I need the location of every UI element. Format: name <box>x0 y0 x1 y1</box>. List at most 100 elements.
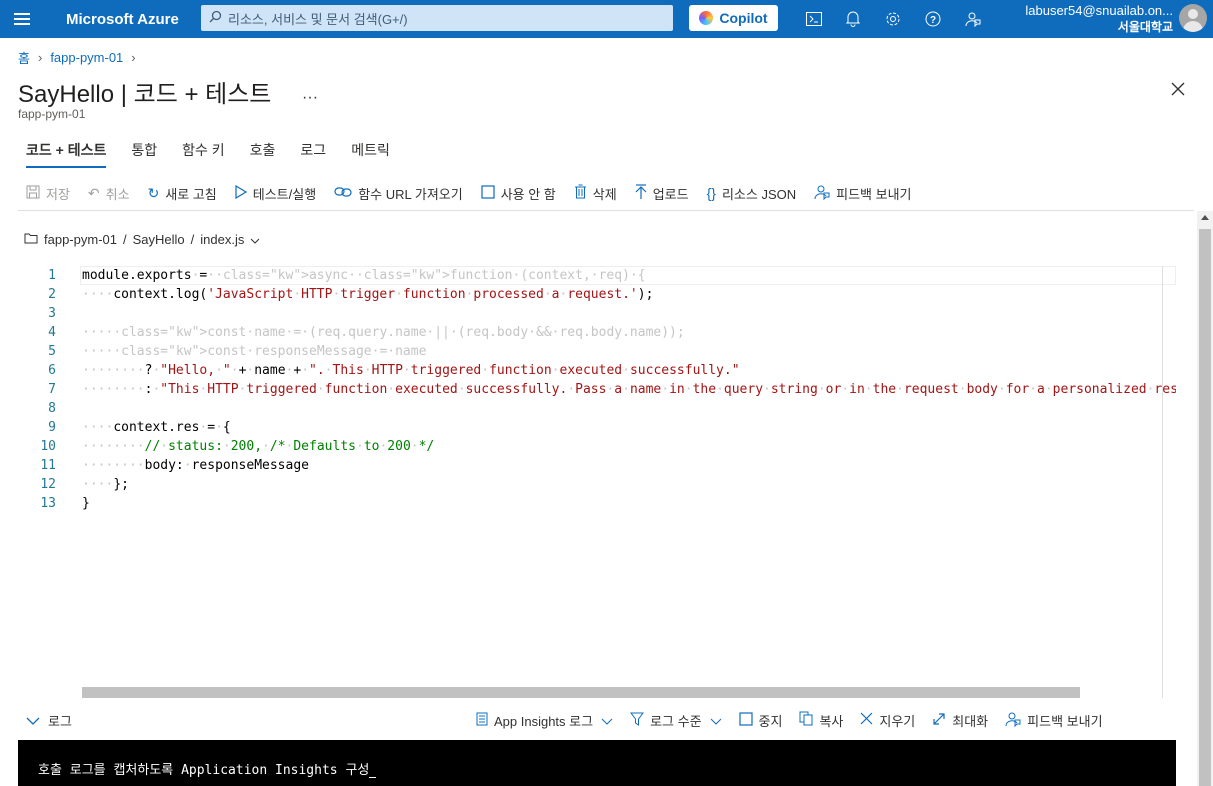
line-number: 7 <box>48 382 56 397</box>
stop-button[interactable]: 중지 <box>738 711 783 730</box>
file-path-selector[interactable]: fapp-pym-01 / SayHello / index.js <box>24 232 260 247</box>
get-url-label: 함수 URL 가져오기 <box>358 186 463 202</box>
log-feedback-button[interactable]: 피드백 보내기 <box>1005 711 1103 730</box>
line-number: 2 <box>48 287 56 302</box>
tab-bar: 코드 + 테스트 통합 함수 키 호출 로그 메트릭 <box>26 140 415 168</box>
horizontal-scrollbar[interactable] <box>82 687 1080 698</box>
code-line[interactable]: 5 ·····class="kw">const·responseMessage·=… <box>18 342 1176 361</box>
log-toggle[interactable]: 로그 <box>26 711 72 730</box>
log-level-dropdown[interactable]: 로그 수준 <box>630 711 721 730</box>
copy-button[interactable]: 복사 <box>799 711 843 730</box>
more-options-button[interactable]: ··· <box>302 89 318 106</box>
get-function-url-button[interactable]: 함수 URL 가져오기 <box>334 184 463 203</box>
undo-icon: ↶ <box>87 184 100 201</box>
vertical-scrollbar[interactable] <box>1197 211 1213 786</box>
resource-json-label: 리소스 JSON <box>721 186 797 202</box>
path-function: SayHello <box>132 232 185 247</box>
close-icon <box>860 712 873 728</box>
scroll-up-icon[interactable] <box>1201 215 1209 220</box>
brand-label[interactable]: Microsoft Azure <box>66 11 201 28</box>
account-info[interactable]: labuser54@snuailab.on... 서울대학교 <box>1025 3 1173 35</box>
tab-code-test[interactable]: 코드 + 테스트 <box>26 140 107 168</box>
code-line[interactable]: 12 ····}; <box>18 475 1176 494</box>
stop-label: 중지 <box>758 713 783 729</box>
disable-button[interactable]: 사용 안 함 <box>481 184 556 203</box>
code-text: ········body:·responseMessage <box>82 458 309 473</box>
copilot-button[interactable]: Copilot <box>689 5 778 31</box>
code-text: ········//·status:·200,·/*·Defaults·to·2… <box>82 439 435 454</box>
discard-label: 취소 <box>105 186 130 202</box>
breadcrumb-resource[interactable]: fapp-pym-01 <box>50 50 123 65</box>
refresh-button[interactable]: ↻ 새로 고침 <box>148 184 217 203</box>
tab-invocations[interactable]: 호출 <box>250 140 276 168</box>
user-org: 서울대학교 <box>1117 20 1173 34</box>
feedback-icon[interactable] <box>963 9 983 29</box>
search-input[interactable]: 리소스, 서비스 및 문서 검색(G+/) <box>201 5 673 31</box>
refresh-icon: ↻ <box>147 184 160 201</box>
tab-metrics[interactable]: 메트릭 <box>351 140 390 168</box>
code-line[interactable]: 6 ········?·"Hello,·"·+·name·+·".·This·HT… <box>18 361 1176 380</box>
code-text: } <box>82 496 90 511</box>
line-number: 6 <box>48 363 56 378</box>
feedback-icon <box>1005 711 1021 730</box>
app-insights-logs-dropdown[interactable]: App Insights 로그 <box>476 711 613 730</box>
save-label: 저장 <box>46 186 70 202</box>
code-line[interactable]: 11 ········body:·responseMessage <box>18 456 1176 475</box>
braces-icon: {} <box>706 185 716 201</box>
save-button[interactable]: 저장 <box>26 184 70 203</box>
tab-integration[interactable]: 통합 <box>131 140 157 168</box>
gear-icon[interactable] <box>883 9 903 29</box>
chevron-down-icon <box>710 713 722 728</box>
code-text: ········:·"This·HTTP·triggered·function·… <box>82 382 1176 397</box>
stop-icon <box>738 711 753 729</box>
scrollbar-thumb[interactable] <box>1199 229 1211 786</box>
link-icon <box>334 185 352 201</box>
chevron-down-icon <box>26 713 40 728</box>
discard-button[interactable]: ↶ 취소 <box>88 184 130 203</box>
line-number: 12 <box>40 477 56 492</box>
menu-icon[interactable] <box>0 0 44 38</box>
toolbar: 저장 ↶ 취소 ↻ 새로 고침 테스트/실행 함수 URL 가져오기 사용 안 함 … <box>26 182 930 204</box>
top-bar: Microsoft Azure 리소스, 서비스 및 문서 검색(G+/) Co… <box>0 0 1213 38</box>
resource-json-button[interactable]: {} 리소스 JSON <box>707 184 797 203</box>
chevron-down-icon[interactable] <box>250 232 260 247</box>
log-console[interactable]: 호출 로그를 캡처하도록 Application Insights 구성 <box>18 740 1176 786</box>
code-editor[interactable]: 1 module.exports·=··class="kw">async··cla… <box>18 266 1176 698</box>
send-feedback-button[interactable]: 피드백 보내기 <box>814 184 912 203</box>
breadcrumb-home[interactable]: 홈 <box>18 48 30 67</box>
cloud-shell-icon[interactable] <box>804 9 824 29</box>
code-line[interactable]: 3 <box>18 304 1176 323</box>
code-line[interactable]: 10 ········//·status:·200,·/*·Defaults·to… <box>18 437 1176 456</box>
code-line[interactable]: 2 ····context.log('JavaScript·HTTP·trigge… <box>18 285 1176 304</box>
clear-button[interactable]: 지우기 <box>860 711 915 730</box>
avatar[interactable] <box>1179 4 1207 32</box>
maximize-button[interactable]: 최대화 <box>932 711 988 730</box>
console-cursor <box>369 777 377 778</box>
chevron-right-icon: › <box>131 50 136 65</box>
delete-button[interactable]: 삭제 <box>574 184 617 203</box>
delete-label: 삭제 <box>592 186 617 202</box>
bell-icon[interactable] <box>843 9 863 29</box>
code-line[interactable]: 1 module.exports·=··class="kw">async··cla… <box>18 266 1176 285</box>
tab-function-keys[interactable]: 함수 키 <box>182 140 225 168</box>
tab-logs[interactable]: 로그 <box>300 140 326 168</box>
toolbar-divider <box>18 210 1194 211</box>
code-line[interactable]: 7 ········:·"This·HTTP·triggered·function… <box>18 380 1176 399</box>
log-level-label: 로그 수준 <box>650 713 702 729</box>
editor-ruler <box>1162 266 1163 698</box>
path-separator: / <box>122 232 127 247</box>
upload-icon <box>635 184 647 202</box>
code-line[interactable]: 4 ·····class="kw">const·name·=·(req.query… <box>18 323 1176 342</box>
close-icon[interactable] <box>1171 80 1185 101</box>
app-insights-label: App Insights 로그 <box>494 713 594 729</box>
line-number: 5 <box>48 344 56 359</box>
line-number: 1 <box>48 268 56 283</box>
code-line[interactable]: 13} <box>18 494 1176 513</box>
code-line[interactable]: 9 ····context.res·=·{ <box>18 418 1176 437</box>
code-line[interactable]: 8 <box>18 399 1176 418</box>
upload-button[interactable]: 업로드 <box>635 184 689 203</box>
test-run-button[interactable]: 테스트/실행 <box>235 184 316 203</box>
code-text: ····context.res·=·{ <box>82 420 231 435</box>
svg-text:?: ? <box>930 15 936 26</box>
help-icon[interactable]: ? <box>923 9 943 29</box>
